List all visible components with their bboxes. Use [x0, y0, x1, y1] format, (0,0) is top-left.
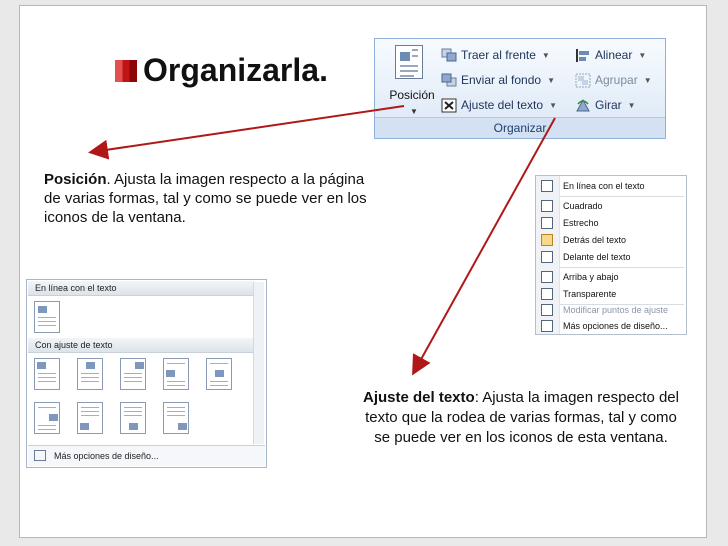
arrow-to-ajuste-text — [412, 117, 556, 376]
annotation-arrows — [88, 105, 556, 376]
arrow-to-posicion-text — [88, 105, 405, 160]
